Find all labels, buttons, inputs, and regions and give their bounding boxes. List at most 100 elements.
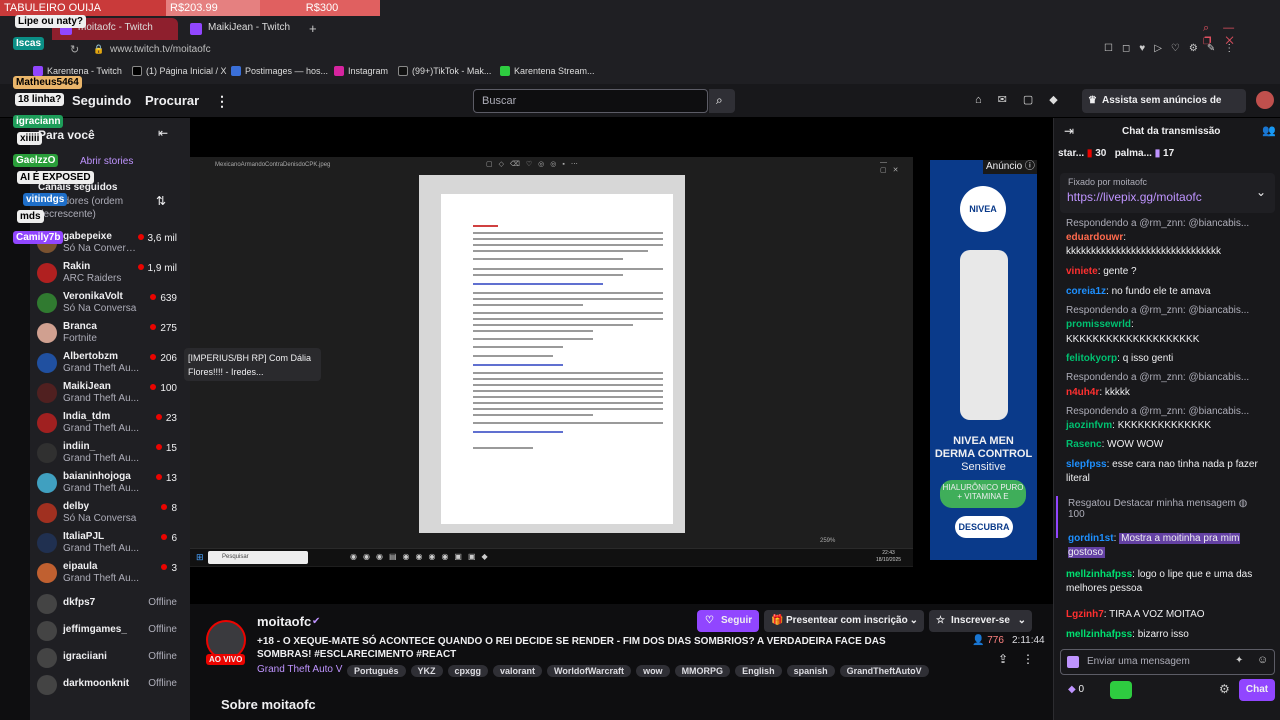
chat-username[interactable]: mellzinhafpss <box>1066 569 1132 580</box>
chat-username[interactable]: slepfpss <box>1066 459 1107 470</box>
bookmark-tiktok[interactable]: (99+)TikTok - Mak... <box>398 66 491 76</box>
chat-username[interactable]: felitokyorp <box>1066 353 1117 364</box>
collapse-chat-icon[interactable]: ⇥ <box>1064 124 1074 138</box>
nav-action-icons[interactable]: ⌂✉▢◆ <box>975 93 1074 106</box>
chat-username[interactable]: mellzinhafpss <box>1066 629 1132 640</box>
sidebar-channel[interactable]: Albertobzm Grand Theft Au... 206 <box>30 350 185 380</box>
bookmark-karentena[interactable]: Karentena - Twitch <box>33 66 122 76</box>
sort-icon[interactable]: ⇅ <box>156 194 166 208</box>
channel-name[interactable]: moitaofc <box>257 614 311 629</box>
subscribe-button[interactable]: ☆ Inscrever-se ⌄ <box>929 610 1032 632</box>
search-input[interactable]: Buscar <box>473 89 708 113</box>
chat-username[interactable]: coreia1z <box>1066 286 1106 297</box>
chevron-down-icon[interactable]: ⌄ <box>1256 185 1266 199</box>
sidebar-channel[interactable]: indiin_ Grand Theft Au... 15 <box>30 440 185 470</box>
chat-username[interactable]: gordin1st <box>1068 533 1114 544</box>
new-tab-button[interactable]: + <box>309 21 317 36</box>
channel-tooltip: [IMPERIUS/BH RP] Com Dália Flores!!!! - … <box>184 348 321 381</box>
sidebar-channel-offline[interactable]: jeffimgames_ Offline <box>30 618 185 648</box>
follow-button[interactable]: ♡ Seguir <box>697 610 759 632</box>
chat-username[interactable]: eduardouwr <box>1066 232 1123 243</box>
reload-icon[interactable]: ↻ <box>70 43 79 56</box>
tag-pill[interactable]: wow <box>636 665 670 677</box>
tag-pill[interactable]: Português <box>347 665 406 677</box>
document-text-line <box>473 225 498 227</box>
tag-pill[interactable]: cpxgg <box>447 665 489 677</box>
tab-maikijean[interactable]: MaikiJean - Twitch <box>182 18 302 40</box>
live-dot <box>161 504 168 510</box>
sidebar-channel[interactable]: MaikiJean Grand Theft Au... 100 <box>30 380 185 410</box>
sidebar-channel[interactable]: India_tdm Grand Theft Au... 23 <box>30 410 185 440</box>
ad-free-promo-button[interactable]: ♛Assista sem anúncios de graça <box>1082 89 1246 130</box>
tag-pill[interactable]: YKZ <box>410 665 443 677</box>
zoom-level: 259% <box>820 538 836 544</box>
chat-username[interactable]: Lgzinh7 <box>1066 609 1104 620</box>
chat-username[interactable]: Rasenc <box>1066 439 1102 450</box>
sidebar-channel[interactable]: VeronikaVolt Só Na Conversa 639 <box>30 290 185 320</box>
sidebar-channel[interactable]: Rakin ARC Raiders 1,9 mil <box>30 260 185 290</box>
sidebar-channel[interactable]: Branca Fortnite 275 <box>30 320 185 350</box>
collapse-sidebar-icon[interactable]: ⇤ <box>158 126 168 140</box>
nav-following[interactable]: Seguindo <box>72 93 131 108</box>
chat-username[interactable]: viniete <box>1066 266 1098 277</box>
bits-icon[interactable]: ✦ <box>1235 655 1243 666</box>
chat-username[interactable]: n4uh4r <box>1066 387 1099 398</box>
users-icon[interactable]: 👥 <box>1262 124 1276 137</box>
channel-avatar <box>37 473 57 493</box>
follow-label: Seguir <box>721 615 753 626</box>
sidebar-channel[interactable]: eipaula Grand Theft Au... 3 <box>30 560 185 590</box>
bookmark-x[interactable]: (1) Página Inicial / X <box>132 66 227 76</box>
ad-cta-button[interactable]: DESCUBRA <box>955 516 1013 538</box>
badge-icon <box>1067 656 1079 668</box>
top-gifters: star... ▮ 30 palma... ▮ 17 <box>1058 148 1174 159</box>
viewer-count: 206 <box>160 353 177 364</box>
claim-bonus-button[interactable] <box>1110 681 1132 699</box>
viewer-count: 8 <box>171 503 177 514</box>
emote-icon[interactable]: ☺ <box>1257 654 1268 666</box>
channel-points[interactable]: ◆ 0 <box>1068 684 1084 695</box>
tag-pill[interactable]: valorant <box>493 665 543 677</box>
overlay-strip-item: R$203.99 <box>166 0 260 16</box>
open-stories-link[interactable]: Abrir stories <box>80 156 133 167</box>
windows-taskbar: ⊞ Pesquisar ◉◉◉▤◉◉◉◉▣▣◆ 22:43 18/10/2025 <box>190 548 913 566</box>
more-icon[interactable]: ⋮ <box>215 93 229 110</box>
game-link[interactable]: Grand Theft Auto V <box>257 664 342 675</box>
sidebar-channel-offline[interactable]: igraciiani Offline <box>30 645 185 675</box>
search-button[interactable]: ⌕ <box>709 89 735 113</box>
nivea-ad[interactable]: NIVEA NIVEA MEN DERMA CONTROL Sensitive HI… <box>930 160 1037 560</box>
sidebar-channel-offline[interactable]: darkmoonknit Offline <box>30 672 185 702</box>
share-icon[interactable]: ⇪ <box>998 652 1008 666</box>
tag-pill[interactable]: GrandTheftAutoV <box>839 665 929 677</box>
tag-pill[interactable]: WorldofWarcraft <box>547 665 632 677</box>
overlay-strip-item: TABULEIRO OUIJA <box>0 0 166 16</box>
bookmark-karentena-stream[interactable]: Karentena Stream... <box>500 66 595 76</box>
chat-input[interactable]: Enviar uma mensagem ✦ ☺ <box>1060 649 1275 675</box>
redeem-marker <box>1056 496 1058 538</box>
live-dot <box>155 414 162 420</box>
document-text-line <box>473 298 663 300</box>
channel-viewers: 15 <box>155 443 177 454</box>
chat-username[interactable]: promissewrld <box>1066 319 1131 330</box>
sidebar-channel[interactable]: ItaliaPJL Grand Theft Au... 6 <box>30 530 185 560</box>
tag-pill[interactable]: MMORPG <box>674 665 731 677</box>
settings-icon[interactable]: ⚙ <box>1219 682 1230 696</box>
pinned-link[interactable]: https://livepix.gg/moitaofc <box>1067 190 1202 204</box>
tag-pill[interactable]: English <box>735 665 782 677</box>
sidebar-channel[interactable]: delby Só Na Conversa 8 <box>30 500 185 530</box>
bookmark-postimages[interactable]: Postimages — hos... <box>231 66 328 76</box>
gift-icon: 🎁 <box>771 615 784 626</box>
tag-pill[interactable]: spanish <box>786 665 835 677</box>
chat-username[interactable]: jaozinfvm <box>1066 420 1112 431</box>
bookmark-instagram[interactable]: Instagram <box>334 66 388 76</box>
avatar[interactable] <box>1256 91 1274 109</box>
window-controls[interactable]: ⌕—❐✕ <box>1203 22 1280 48</box>
chat-send-button[interactable]: Chat <box>1239 679 1275 701</box>
channel-avatar <box>37 323 57 343</box>
gift-sub-button[interactable]: 🎁 Presentear com inscrição ⌄ <box>764 610 924 632</box>
nav-browse[interactable]: Procurar <box>145 93 199 108</box>
more-options-icon[interactable]: ⋮ <box>1022 652 1034 666</box>
sidebar-channel-offline[interactable]: dkfps7 Offline <box>30 591 185 621</box>
sidebar-channel[interactable]: baianinhojoga Grand Theft Au... 13 <box>30 470 185 500</box>
channel-viewers: 3 <box>161 563 177 574</box>
address-bar[interactable]: www.twitch.tv/moitaofc <box>110 41 1120 59</box>
